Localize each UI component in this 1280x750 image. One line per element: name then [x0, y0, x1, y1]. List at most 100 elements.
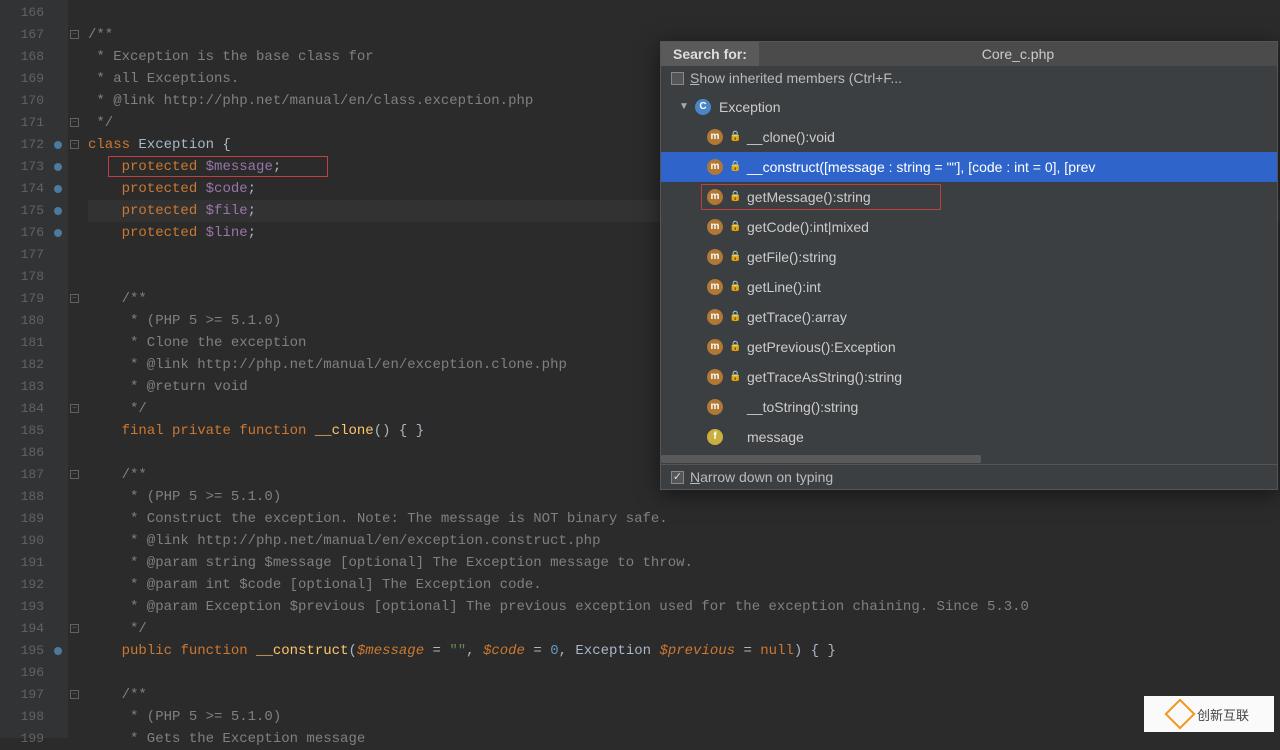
code-line[interactable]: * @param string $message [optional] The … — [88, 552, 1280, 574]
structure-member-row[interactable]: m🔒getLine():int — [661, 272, 1277, 302]
lock-icon: 🔒 — [729, 362, 739, 392]
line-number: 179 — [0, 288, 68, 310]
method-icon: m — [707, 249, 723, 265]
line-number: 181 — [0, 332, 68, 354]
member-label: getCode():int|mixed — [743, 212, 869, 242]
line-number: 184 — [0, 398, 68, 420]
line-number: 199 — [0, 728, 68, 750]
line-number: 178 — [0, 266, 68, 288]
member-label: getTrace():array — [743, 302, 847, 332]
line-number: 189 — [0, 508, 68, 530]
code-line[interactable]: */ — [88, 618, 1280, 640]
checkbox-icon — [671, 72, 684, 85]
line-number: 185 — [0, 420, 68, 442]
fold-toggle-icon[interactable] — [70, 624, 79, 633]
method-icon: m — [707, 129, 723, 145]
line-number: 197 — [0, 684, 68, 706]
lock-icon: 🔒 — [729, 332, 739, 362]
method-icon: m — [707, 309, 723, 325]
structure-member-row[interactable]: m 🔒getFile():string — [661, 242, 1277, 272]
structure-popup: Search for: Core_c.php Show inherited me… — [660, 41, 1278, 490]
line-number: 174 — [0, 178, 68, 200]
member-label: message — [743, 422, 804, 452]
structure-member-row[interactable]: m 🔒getCode():int|mixed — [661, 212, 1277, 242]
method-icon: m — [707, 189, 723, 205]
line-number: 166 — [0, 2, 68, 24]
code-line[interactable] — [88, 2, 1280, 24]
code-line[interactable]: * @param Exception $previous [optional] … — [88, 596, 1280, 618]
member-label: __toString():string — [743, 392, 858, 422]
checkbox-icon — [671, 471, 684, 484]
structure-member-row[interactable]: m🔒__clone():void — [661, 122, 1277, 152]
structure-member-row[interactable]: m 🔒getTraceAsString():string — [661, 362, 1277, 392]
fold-toggle-icon[interactable] — [70, 30, 79, 39]
lock-icon: 🔒 — [729, 152, 739, 182]
narrow-down-checkbox[interactable]: Narrow down on typing — [661, 464, 1277, 489]
fold-toggle-icon[interactable] — [70, 404, 79, 413]
member-label: getFile():string — [743, 242, 836, 272]
line-number: 177 — [0, 244, 68, 266]
line-number: 188 — [0, 486, 68, 508]
line-number: 187 — [0, 464, 68, 486]
fold-toggle-icon[interactable] — [70, 140, 79, 149]
fold-toggle-icon[interactable] — [70, 118, 79, 127]
structure-member-row[interactable]: m🔒getMessage():string — [661, 182, 1277, 212]
line-number: 183 — [0, 376, 68, 398]
line-number: 176 — [0, 222, 68, 244]
line-number: 198 — [0, 706, 68, 728]
line-number: 170 — [0, 90, 68, 112]
line-number: 182 — [0, 354, 68, 376]
member-label: getPrevious():Exception — [743, 332, 896, 362]
fold-toggle-icon[interactable] — [70, 470, 79, 479]
line-number: 191 — [0, 552, 68, 574]
lock-icon: 🔒 — [729, 302, 739, 332]
method-icon: m — [707, 279, 723, 295]
code-line[interactable]: * Construct the exception. Note: The mes… — [88, 508, 1280, 530]
structure-member-row[interactable]: f message — [661, 422, 1277, 452]
structure-member-row[interactable]: m __toString():string — [661, 392, 1277, 422]
watermark-logo: 创新互联 — [1144, 696, 1274, 732]
expand-arrow-icon: ▼ — [679, 92, 691, 122]
line-number: 175 — [0, 200, 68, 222]
line-number: 180 — [0, 310, 68, 332]
code-line[interactable]: /** — [88, 684, 1280, 706]
code-line[interactable]: * Gets the Exception message — [88, 728, 1280, 750]
structure-tree: ▼ C Exception m🔒__clone():voidm🔒__constr… — [661, 90, 1277, 454]
field-icon: f — [707, 429, 723, 445]
method-icon: m — [707, 219, 723, 235]
lock-icon: 🔒 — [729, 242, 739, 272]
method-icon: m — [707, 399, 723, 415]
member-label: getTraceAsString():string — [743, 362, 902, 392]
line-number: 190 — [0, 530, 68, 552]
popup-header: Search for: Core_c.php — [661, 42, 1277, 66]
method-icon: m — [707, 159, 723, 175]
method-icon: m — [707, 339, 723, 355]
class-icon: C — [695, 99, 711, 115]
line-number: 192 — [0, 574, 68, 596]
line-number: 169 — [0, 68, 68, 90]
scrollbar-thumb[interactable] — [661, 455, 981, 463]
line-number: 172 — [0, 134, 68, 156]
code-line[interactable]: public function __construct($message = "… — [88, 640, 1280, 662]
gutter: 1661671681691701711721731741751761771781… — [0, 0, 68, 738]
fold-toggle-icon[interactable] — [70, 690, 79, 699]
code-line[interactable]: * (PHP 5 >= 5.1.0) — [88, 706, 1280, 728]
structure-member-row[interactable]: m 🔒getTrace():array — [661, 302, 1277, 332]
code-line[interactable] — [88, 662, 1280, 684]
structure-member-row[interactable]: m🔒__construct([message : string = ""], [… — [661, 152, 1277, 182]
search-for-label: Search for: — [661, 42, 759, 66]
show-inherited-checkbox[interactable]: Show inherited members (Ctrl+F... — [661, 66, 1277, 90]
structure-member-row[interactable]: m 🔒getPrevious():Exception — [661, 332, 1277, 362]
code-line[interactable]: * @param int $code [optional] The Except… — [88, 574, 1280, 596]
line-number: 193 — [0, 596, 68, 618]
line-number: 173 — [0, 156, 68, 178]
tree-class-row[interactable]: ▼ C Exception — [661, 92, 1277, 122]
line-number: 167 — [0, 24, 68, 46]
method-icon: m — [707, 369, 723, 385]
popup-scrollbar-horizontal[interactable] — [661, 454, 1277, 464]
code-line[interactable]: * @link http://php.net/manual/en/excepti… — [88, 530, 1280, 552]
lock-icon: 🔒 — [729, 212, 739, 242]
lock-icon: 🔒 — [729, 122, 739, 152]
fold-toggle-icon[interactable] — [70, 294, 79, 303]
popup-title: Core_c.php — [759, 42, 1277, 66]
